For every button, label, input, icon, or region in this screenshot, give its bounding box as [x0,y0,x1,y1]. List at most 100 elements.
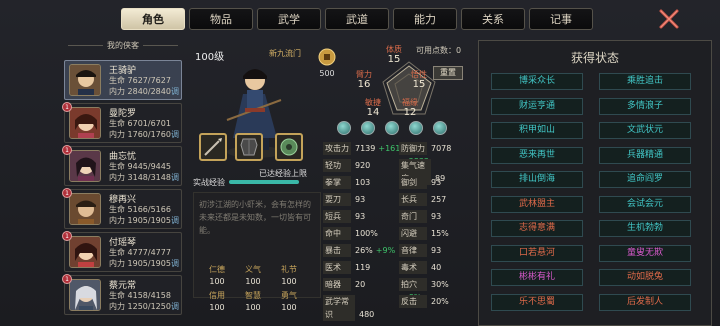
tab-wudao[interactable]: 武道 [325,8,389,30]
stat-value: 20 [355,280,366,289]
meridian-orb-icon[interactable] [409,121,423,135]
char-mp: 内力 1905/1905 [109,216,171,225]
status-item[interactable]: 童叟无欺 [599,244,691,262]
tab-items[interactable]: 物品 [189,8,253,30]
status-item[interactable]: 彬彬有礼 [491,269,583,286]
stat-row: 拍穴30%+8% [399,278,469,302]
status-item[interactable]: 博采众长 [491,73,583,90]
status-item[interactable]: 兵器精通 [599,146,691,164]
stat-value: 93 [431,178,442,187]
notice-badge: 1 [62,145,72,155]
status-item[interactable]: 志得意满 [491,220,583,237]
reset-button[interactable]: 重置 [433,66,463,80]
stat-row: 防御力7078+2832 [399,142,469,166]
stat-value: 93 [355,212,366,221]
stat-value: 100% [355,229,378,238]
character-detail: 100级 新九流门 500 已达经验上限 实战经验 初涉江湖的小虾米，会有怎样的… [189,40,469,326]
tab-journal[interactable]: 记事 [529,8,593,30]
char-row[interactable]: 王骑驴 生命 7627/7627 内力 2840/2840 调 [64,60,182,100]
virtue-stat: 仁德 100 [209,265,225,286]
stat-label: 反击 [399,295,427,308]
stat-bonus: +9% [375,246,396,255]
status-item[interactable]: 口若悬河 [491,244,583,262]
stat-value: 93 [431,212,442,221]
char-hp: 生命 4777/4777 [109,248,171,257]
adjust-tag[interactable]: 调 [171,86,179,97]
char-row[interactable]: 1 穆再兴 生命 5166/5166 内力 1905/1905 调 [62,188,182,229]
stat-row: 音律 93 [399,244,441,257]
status-item[interactable]: 生机勃勃 [599,220,691,237]
char-hp: 生命 4158/4158 [109,291,171,300]
stat-value: 7139 [355,144,376,153]
character-screen: 角色 物品 武学 武道 能力 关系 记事 我的侠客 王骑驴 生命 7627/76… [0,0,720,326]
stat-label: 命中 [323,227,351,240]
xp-max-label: 已达经验上限 [259,169,307,178]
notice-badge: 1 [62,188,72,198]
stat-row: 长兵 257 [399,193,446,206]
stat-row: 短兵 93 [323,210,365,223]
currency: 500 [315,48,339,78]
stat-label: 医术 [323,261,351,274]
char-mp: 内力 2840/2840 [109,87,171,96]
armor-slot[interactable] [235,133,263,161]
status-item[interactable]: 积甲如山 [491,122,583,139]
status-item[interactable]: 乘胜追击 [599,73,691,90]
stat-value: 920 [355,161,371,170]
weapon-slot[interactable] [199,133,227,161]
meridian-orb-icon[interactable] [385,121,399,135]
char-hp: 生命 9445/9445 [109,162,171,171]
char-row[interactable]: 1 蔡元常 生命 4158/4158 内力 1250/1250 调 [62,274,182,315]
xp-label: 实战经验 [193,178,225,187]
char-mp: 内力 1760/1760 [109,130,171,139]
status-item[interactable]: 追命阎罗 [599,171,691,188]
char-row[interactable]: 1 曲忘忧 生命 9445/9445 内力 3148/3148 调 [62,145,182,186]
char-hp: 生命 7627/7627 [109,76,171,85]
jade-icon [280,138,298,156]
avatar [69,150,101,182]
tab-relations[interactable]: 关系 [461,8,525,30]
stat-label: 短兵 [323,210,351,223]
status-item[interactable]: 排山倒海 [491,171,583,188]
stat-row: 武学常识 480 [323,295,374,321]
adjust-tag[interactable]: 调 [171,215,179,226]
status-item[interactable]: 恶来再世 [491,146,583,164]
status-item[interactable]: 乐不思蜀 [491,293,583,311]
stat-value: 40 [431,263,442,272]
close-icon[interactable] [658,8,680,30]
notice-badge: 1 [62,102,72,112]
status-item[interactable]: 武林盟主 [491,195,583,213]
status-item[interactable]: 多情浪子 [599,97,691,115]
status-item[interactable]: 动如脱兔 [599,269,691,286]
tab-ability[interactable]: 能力 [393,8,457,30]
accessory-slot[interactable] [275,133,303,161]
stat-value: 257 [431,195,447,204]
tab-character[interactable]: 角色 [121,8,185,30]
armor-icon [240,138,258,156]
sect-label: 新九流门 [269,49,301,58]
currency-value: 500 [319,69,335,78]
tab-martial[interactable]: 武学 [257,8,321,30]
char-row[interactable]: 1 曼陀罗 生命 6701/6701 内力 1760/1760 调 [62,102,182,143]
adjust-tag[interactable]: 调 [171,129,179,140]
status-item[interactable]: 文武状元 [599,122,691,139]
stat-label: 拍穴 [399,278,427,291]
status-title: 获得状态 [570,51,619,65]
stat-row: 暴击 26% +9% [323,244,395,257]
status-item[interactable]: 财运亨通 [491,97,583,115]
stat-row: 毒术 40 [399,261,441,274]
status-item[interactable]: 会试会元 [599,195,691,213]
adjust-tag[interactable]: 调 [171,258,179,269]
meridian-orb-icon[interactable] [361,121,375,135]
stat-value: 103 [355,178,371,187]
meridian-orb-icon[interactable] [433,121,447,135]
meridian-orb-icon[interactable] [337,121,351,135]
avatar [69,107,101,139]
char-row[interactable]: 1 付瑶琴 生命 4777/4777 内力 1905/1905 调 [62,231,182,272]
adjust-tag[interactable]: 调 [171,301,179,312]
adjust-tag[interactable]: 调 [171,172,179,183]
notice-badge: 1 [62,231,72,241]
character-list: 我的侠客 王骑驴 生命 7627/7627 内力 2840/2840 调 1 曼… [62,36,182,326]
status-item[interactable]: 后发制人 [599,293,691,311]
spear-icon [204,138,222,156]
coin-icon [318,48,336,66]
